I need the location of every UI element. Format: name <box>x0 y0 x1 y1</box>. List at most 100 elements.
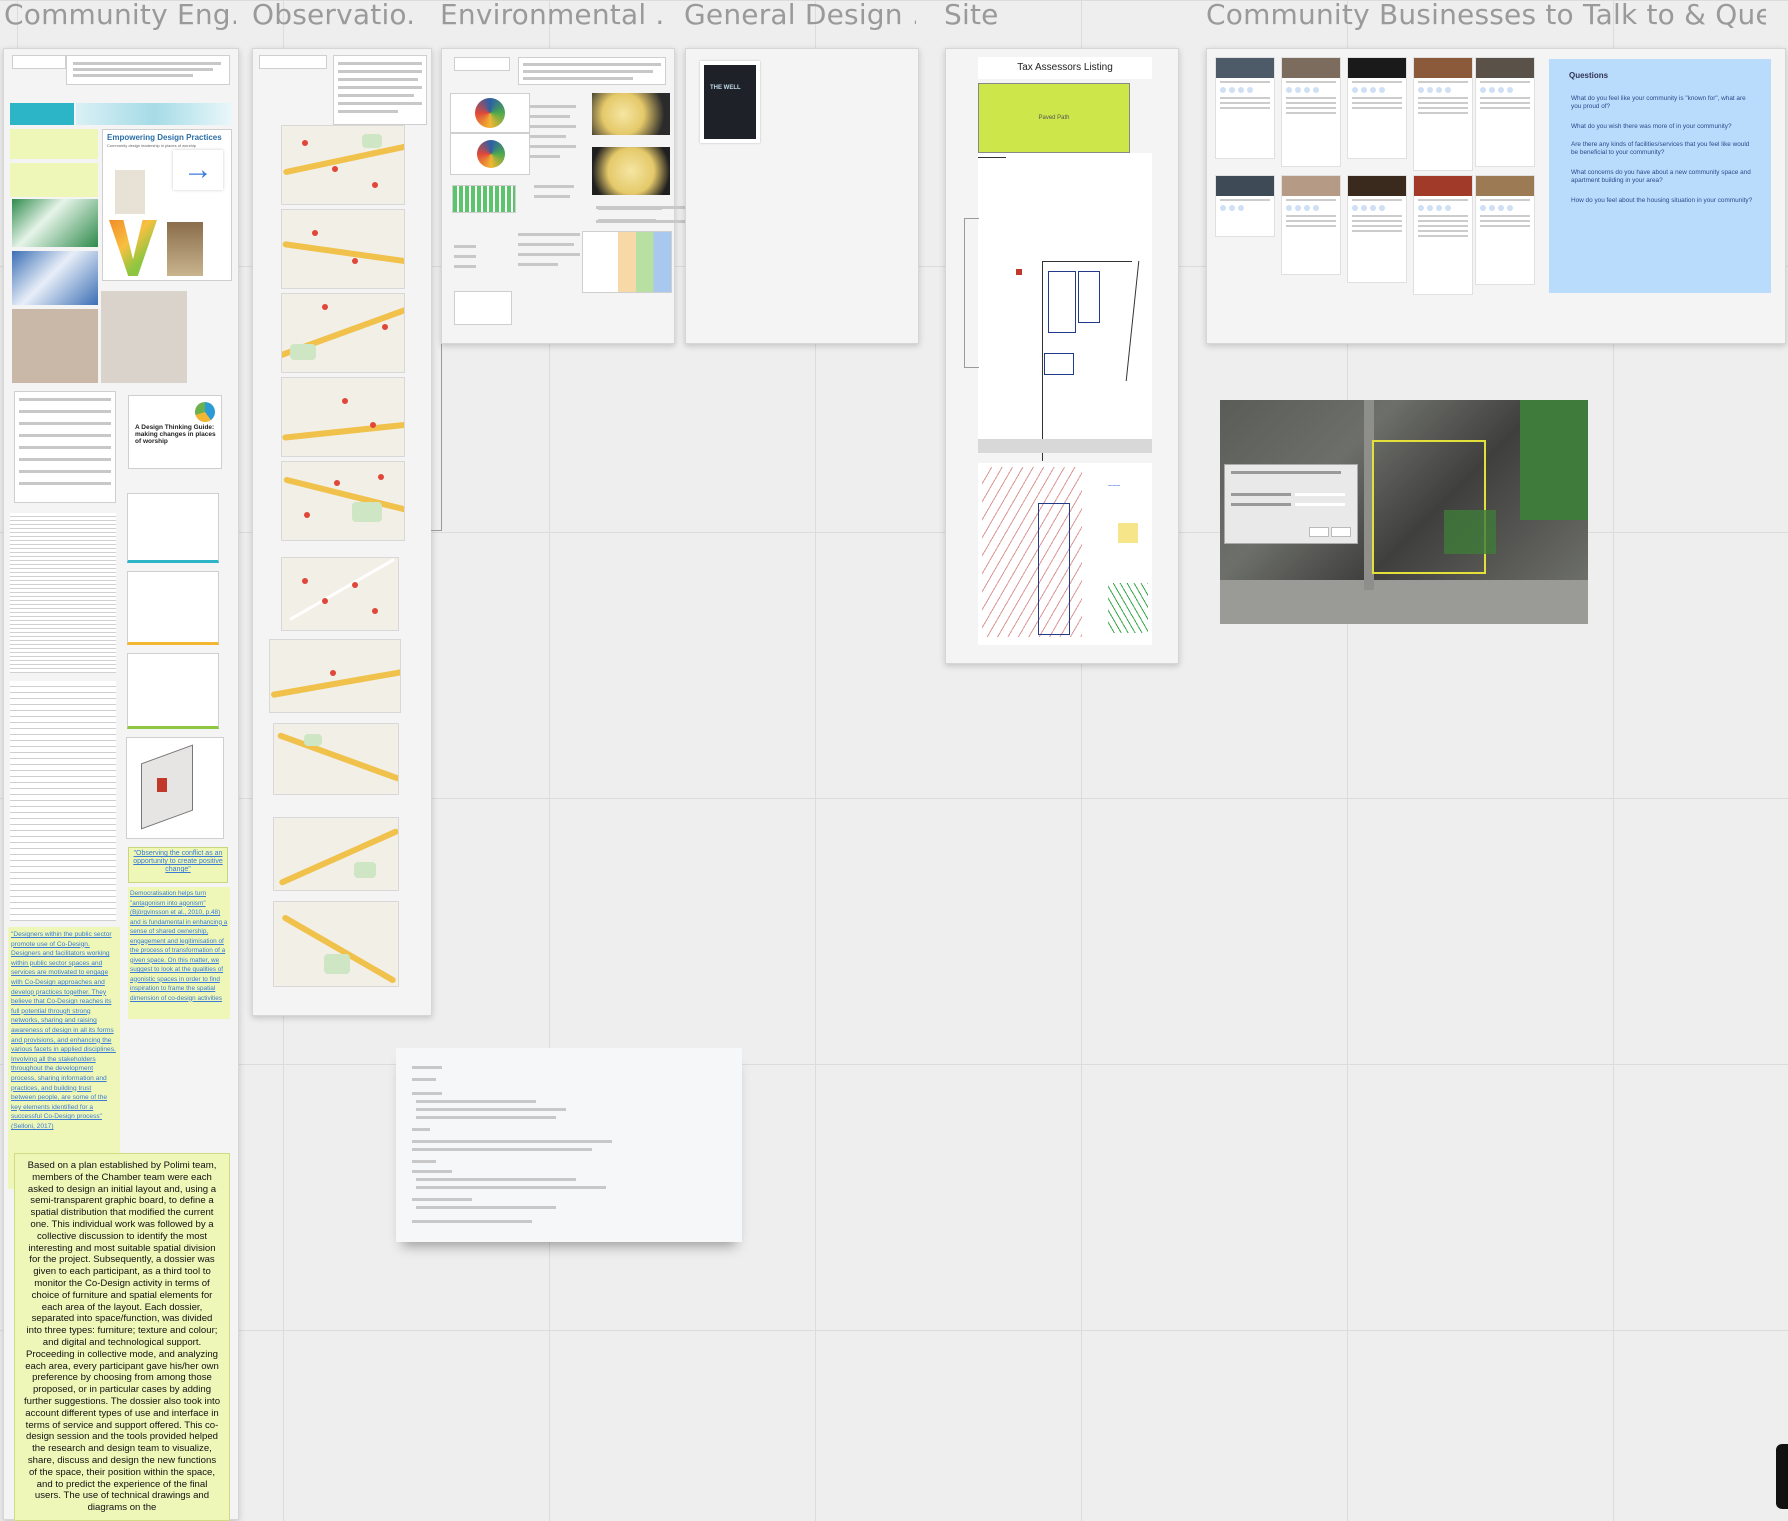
sun-chart-photo[interactable] <box>592 147 670 195</box>
question-item: What concerns do you have about a new co… <box>1571 169 1751 184</box>
map-screenshot[interactable] <box>273 901 399 987</box>
quote-designers-text: "Designers within the public sector prom… <box>11 931 116 1130</box>
question-item: Are there any kinds of facilities/servic… <box>1571 141 1750 156</box>
business-card[interactable] <box>1281 175 1341 275</box>
label-card[interactable] <box>454 57 510 71</box>
frame-general-design[interactable]: THE WELL <box>685 48 919 344</box>
business-card[interactable] <box>1347 57 1407 159</box>
map-screenshot[interactable] <box>281 461 405 541</box>
diagram-slide[interactable] <box>127 571 219 645</box>
frame-site[interactable]: Tax Assessors Listing Paved Path ~~~ <box>945 48 1179 664</box>
frame-title-community-businesses[interactable]: Community Businesses to Talk to & Questi… <box>1206 0 1766 31</box>
business-card[interactable] <box>1215 57 1275 159</box>
axonometric-drawing[interactable] <box>126 737 224 839</box>
sticky-note[interactable] <box>10 163 98 197</box>
design-guide-title: Empowering Design Practices <box>107 133 222 142</box>
questions-sticky[interactable]: Questions What do you feel like your com… <box>1549 59 1771 293</box>
map-screenshot[interactable] <box>281 557 399 631</box>
edge-toolbar-handle[interactable] <box>1776 1444 1788 1509</box>
letter-e-graphic <box>167 222 203 276</box>
frame-observation[interactable] <box>252 48 432 1016</box>
design-guide-subtitle: Community design leadership in places of… <box>107 143 196 148</box>
aerial-map-screenshot[interactable] <box>1220 400 1588 624</box>
design-thinking-guide[interactable]: A Design Thinking Guide: making changes … <box>128 395 222 469</box>
table-text[interactable] <box>10 681 116 921</box>
letter-v-graphic <box>109 220 157 276</box>
frame-environmental[interactable] <box>441 48 675 344</box>
site-plan-drawing[interactable] <box>978 153 1152 461</box>
intro-text-card[interactable] <box>518 57 666 85</box>
polimi-note-text: Based on a plan established by Polimi te… <box>23 1160 221 1514</box>
map-screenshot[interactable] <box>273 817 399 891</box>
photo-whiteboard[interactable] <box>101 291 187 383</box>
label-card[interactable] <box>12 55 66 69</box>
diagram-slide[interactable] <box>127 493 219 563</box>
paved-path-block[interactable]: Paved Path <box>978 83 1130 153</box>
letter-l-graphic <box>115 170 145 214</box>
frame-community-engagement[interactable]: Empowering Design Practices Community de… <box>3 48 239 1521</box>
map-screenshot[interactable] <box>281 125 405 205</box>
map-screenshot[interactable] <box>281 293 405 373</box>
business-card[interactable] <box>1347 175 1407 283</box>
data-chart-image[interactable] <box>582 231 672 293</box>
map-screenshot[interactable] <box>281 377 405 457</box>
design-thinking-title: A Design Thinking Guide: making changes … <box>135 424 216 445</box>
site-outline-guide[interactable] <box>964 218 979 368</box>
frame-title-site[interactable]: Site <box>944 0 1024 31</box>
sunpath-diagram[interactable] <box>450 93 530 133</box>
sticky-note[interactable] <box>10 129 98 159</box>
tax-assessors-card[interactable]: Tax Assessors Listing <box>978 57 1152 79</box>
business-card[interactable] <box>1475 57 1535 167</box>
paragraph-text[interactable] <box>10 513 116 673</box>
illustration-banner[interactable] <box>76 103 232 125</box>
quote-sticky-observing[interactable]: "Observing the conflict as an opportunit… <box>128 847 228 883</box>
sunpath-diagram[interactable] <box>450 133 530 175</box>
map-screenshot[interactable] <box>269 639 401 713</box>
frame-title-general-design[interactable]: General Design ... <box>684 0 916 31</box>
floating-note-document[interactable] <box>396 1048 742 1242</box>
diagram-slide[interactable] <box>127 653 219 729</box>
label-card[interactable] <box>259 55 327 69</box>
arrow-right-icon[interactable]: → <box>173 150 223 190</box>
frame-community-businesses[interactable]: Questions What do you feel like your com… <box>1206 48 1786 344</box>
book-title: THE WELL <box>710 85 741 91</box>
question-item: How do you feel about the housing situat… <box>1571 197 1753 204</box>
intro-text-card[interactable] <box>66 55 230 85</box>
frame-title-environmental[interactable]: Environmental ... <box>440 0 662 31</box>
question-item: What do you wish there was more of in yo… <box>1571 123 1732 130</box>
overflow-text-line[interactable] <box>596 206 692 209</box>
quote-observing-text: "Observing the conflict as an opportunit… <box>133 850 223 873</box>
business-card[interactable] <box>1413 57 1473 171</box>
logo-banner[interactable] <box>10 103 74 125</box>
quote-sticky-designers[interactable]: "Designers within the public sector prom… <box>8 927 120 1189</box>
quote-democratisation-text: Democratisation helps turn "antagonism i… <box>130 890 228 1002</box>
photo-documents[interactable] <box>12 199 98 247</box>
map-dialog[interactable] <box>1224 464 1358 544</box>
business-card[interactable] <box>1475 175 1535 285</box>
map-screenshot[interactable] <box>273 723 399 795</box>
heat-chart[interactable] <box>452 185 516 213</box>
caption-card[interactable] <box>454 291 512 325</box>
well-book-cover[interactable]: THE WELL <box>700 61 760 143</box>
quote-sticky-democratisation[interactable]: Democratisation helps turn "antagonism i… <box>128 887 230 1019</box>
photo-documents[interactable] <box>12 251 98 305</box>
map-screenshot[interactable] <box>281 209 405 289</box>
question-item: What do you feel like your community is … <box>1571 95 1746 110</box>
design-guide-cover[interactable]: Empowering Design Practices Community de… <box>102 129 232 281</box>
business-card[interactable] <box>1281 57 1341 167</box>
tax-assessors-label: Tax Assessors Listing <box>1017 62 1113 73</box>
table-document[interactable] <box>14 391 116 503</box>
intro-text-card[interactable] <box>333 55 427 125</box>
business-card[interactable] <box>1215 175 1275 237</box>
overflow-text-line[interactable] <box>596 220 692 223</box>
leaf-icon <box>195 402 215 422</box>
business-card[interactable] <box>1413 175 1473 295</box>
photo-sketch[interactable] <box>12 309 98 383</box>
paved-path-label: Paved Path <box>1038 115 1070 121</box>
questions-title: Questions <box>1569 71 1609 80</box>
sun-chart-photo[interactable] <box>592 93 670 135</box>
frame-title-community-engagement[interactable]: Community Eng... <box>4 0 236 31</box>
site-sketch-markup[interactable]: ~~~ <box>978 463 1152 645</box>
frame-title-observation[interactable]: Observatio... <box>252 0 412 31</box>
polimi-process-note[interactable]: Based on a plan established by Polimi te… <box>14 1153 230 1521</box>
